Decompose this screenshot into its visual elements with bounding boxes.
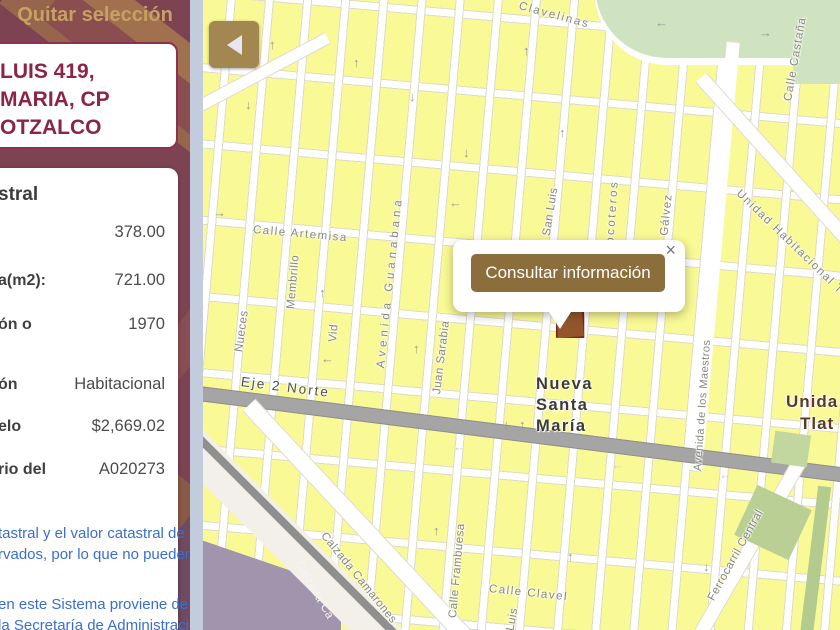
one-way-arrow-icon: ↑ (523, 43, 530, 58)
legal-note: tastral y el valor catastral de rvados, … (0, 525, 190, 563)
neighborhood-label-nueva-santa-maria: Nueva Santa María (536, 375, 594, 435)
address-card: LUIS 419, MARIA, CP OTZALCO (0, 42, 178, 149)
info-row: ón o 1970 (0, 315, 165, 333)
one-way-arrow-icon: ← (453, 439, 466, 454)
one-way-arrow-icon: → (759, 25, 772, 40)
info-row: rio del A020273 (0, 460, 165, 478)
info-row: 378.00 (114, 223, 165, 241)
source-note: en este Sistema proviene de dos la Secre… (0, 596, 190, 630)
panel-heading: stral (0, 184, 39, 205)
one-way-arrow-icon: ↑ (269, 37, 276, 52)
one-way-arrow-icon: ← (611, 457, 624, 472)
address-line: OTZALCO (0, 116, 102, 139)
map-canvas[interactable]: ↑↑↑↓↓→←↓↑↓↑←↑→←↓↑←←←↑↑↓ Clavelinas Calle… (203, 0, 840, 630)
close-icon[interactable]: × (665, 241, 676, 259)
street-label: Vid (327, 323, 341, 343)
clear-selection-button[interactable]: Quitar selección (0, 4, 190, 27)
info-row: a(m2): 721.00 (0, 271, 165, 289)
one-way-arrow-icon: ↓ (245, 97, 252, 112)
address-line: MARIA, CP (0, 88, 110, 111)
one-way-arrow-icon: ↑ (353, 55, 360, 70)
one-way-arrow-icon: ↑ (567, 549, 574, 564)
popup-tail (549, 312, 571, 329)
app-window: ↑↑↑↓↓→←↓↑↓↑←↑→←↓↑←←←↑↑↓ Clavelinas Calle… (0, 0, 840, 630)
one-way-arrow-icon: ↓ (463, 145, 470, 160)
one-way-arrow-icon: ↓ (703, 559, 710, 574)
sidebar-overlay: Quitar selección LUIS 419, MARIA, CP OTZ… (0, 0, 190, 630)
one-way-arrow-icon: ↓ (503, 417, 510, 432)
panel-scrollbar[interactable] (190, 0, 203, 630)
cadastral-info-panel: stral 378.00 a(m2): 721.00 ón o 1970 ón Hab… (0, 168, 190, 630)
one-way-arrow-icon: → (213, 205, 226, 220)
one-way-arrow-icon: ↑ (559, 125, 566, 140)
left-arrow-icon (226, 34, 242, 55)
neighborhood-label-unidad-tlatilco: Unida Tlat (786, 392, 839, 433)
one-way-arrow-icon: ← (449, 195, 462, 210)
one-way-arrow-icon: ← (719, 467, 732, 482)
info-row: elo $2,669.02 (0, 417, 165, 435)
info-row: ón Habitacional (0, 375, 165, 393)
map-zone-green-small (770, 430, 812, 468)
collapse-sidebar-button[interactable] (209, 21, 259, 68)
one-way-arrow-icon: ← (655, 15, 668, 30)
map-popup: × Consultar información (453, 240, 685, 329)
one-way-arrow-icon: ↑ (413, 341, 420, 356)
consult-info-button[interactable]: Consultar información (471, 254, 665, 292)
one-way-arrow-icon: ← (321, 351, 334, 366)
address-line: LUIS 419, (0, 60, 95, 83)
one-way-arrow-icon: ↓ (409, 89, 416, 104)
one-way-arrow-icon: ↑ (519, 417, 526, 432)
one-way-arrow-icon: ↑ (433, 523, 440, 538)
one-way-arrow-icon: ↑ (319, 285, 326, 300)
